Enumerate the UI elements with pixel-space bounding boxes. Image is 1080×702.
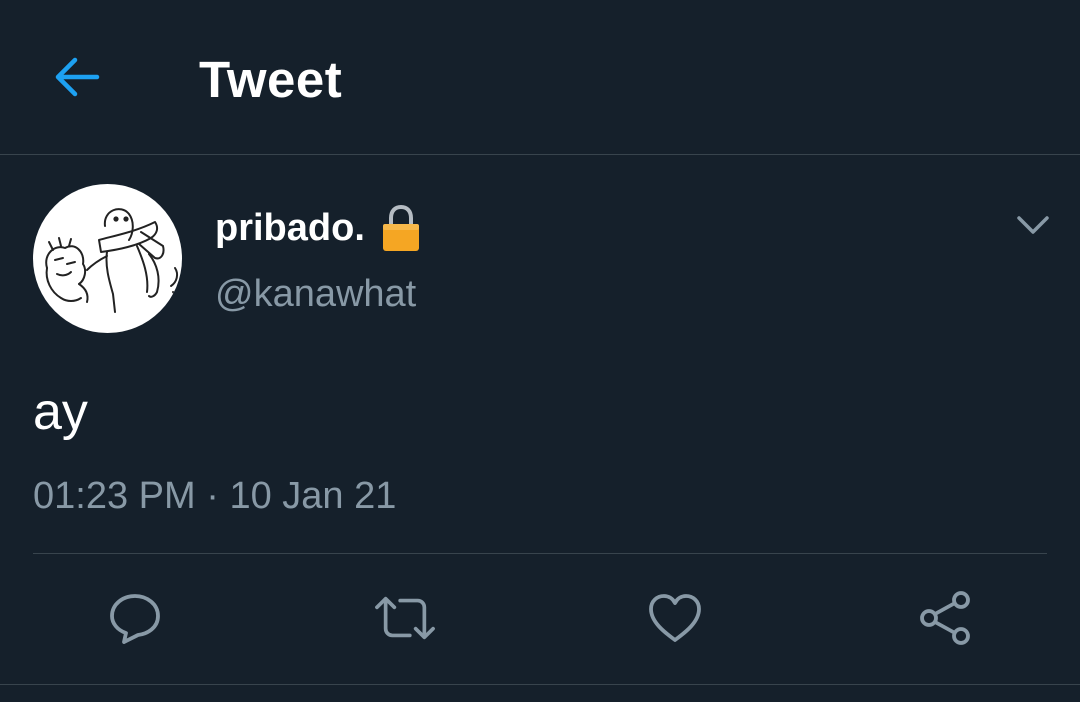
lock-icon (381, 204, 421, 252)
heart-icon (649, 594, 701, 642)
user-handle[interactable]: @kanawhat (215, 270, 416, 318)
reply-icon (110, 594, 160, 644)
arrow-left-icon (55, 57, 100, 97)
reply-button[interactable] (105, 588, 165, 648)
tweet-detail-screen: Tweet pribado. @kanawhat ay 01:23 PM · 1… (0, 0, 1080, 702)
author-name-row[interactable]: pribado. (215, 203, 421, 253)
retweet-button[interactable] (375, 588, 435, 648)
share-button[interactable] (915, 588, 975, 648)
divider (33, 553, 1047, 554)
avatar-illustration (45, 208, 179, 313)
avatar[interactable] (33, 184, 182, 333)
display-name: pribado. (215, 207, 365, 249)
like-button[interactable] (645, 588, 705, 648)
tweet-text: ay (33, 383, 88, 441)
tweet-timestamp: 01:23 PM · 10 Jan 21 (33, 472, 396, 520)
tweet-time: 01:23 PM (33, 475, 196, 517)
meta-separator: · (206, 475, 219, 517)
tweet-date: 10 Jan 21 (229, 475, 397, 517)
chevron-down-icon (1017, 216, 1049, 234)
tweet-menu-button[interactable] (1010, 205, 1056, 245)
back-button[interactable] (50, 52, 104, 102)
page-title: Tweet (199, 51, 343, 108)
divider (0, 684, 1080, 685)
retweet-icon (375, 596, 435, 640)
share-icon (920, 591, 970, 645)
top-bar: Tweet (0, 0, 1080, 155)
